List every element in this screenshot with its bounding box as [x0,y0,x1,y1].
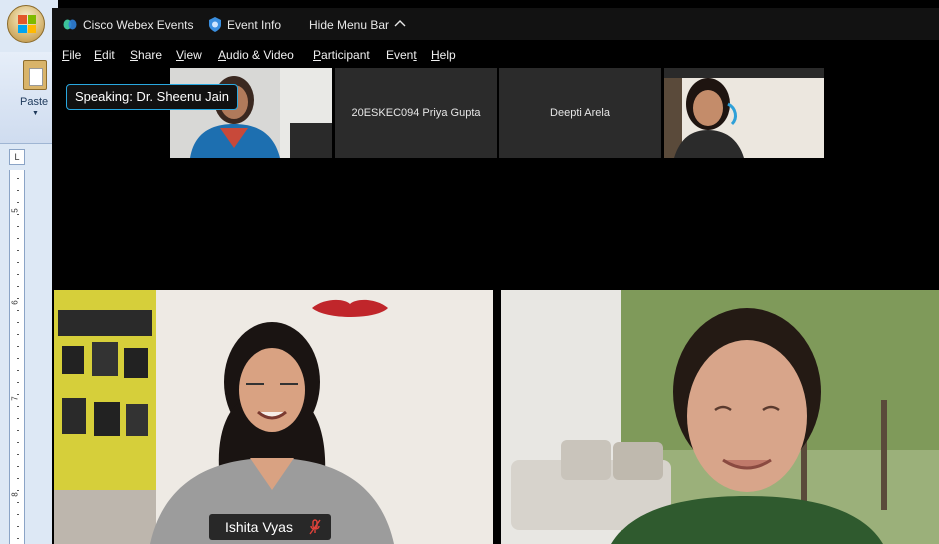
ruler-tick [17,286,19,287]
title-bar: Cisco Webex Events Event Info Hide Menu … [52,8,939,40]
menu-file[interactable]: File [62,48,81,62]
ruler-number: 7 [10,396,20,401]
participant-name: Ishita Vyas [225,519,293,535]
menu-share-rest: hare [138,48,163,62]
ruler-tick [17,514,19,515]
ruler-tick [17,250,19,251]
speaking-indicator: Speaking: Dr. Sheenu Jain [66,84,238,110]
ruler-tick [17,262,19,263]
menu-help-rest: elp [439,48,456,62]
ruler-tick [17,502,19,503]
menu-edit[interactable]: Edit [94,48,115,62]
ruler-tick [17,358,19,359]
menu-edit-rest: dit [102,48,115,62]
ruler-tick [17,490,19,491]
tab-selector[interactable]: L [9,149,25,165]
ruler-tick [17,178,19,179]
chevron-up-icon[interactable] [393,16,407,30]
ruler-tick [17,238,19,239]
participant-name: 20ESKEC094 Priya Gupta [351,107,481,119]
ruler-tick [17,226,19,227]
menu-bar: File Edit Share View Audio & Video Parti… [52,44,939,68]
participant-video [170,68,332,158]
menu-view-rest: iew [183,48,202,62]
video-tile-priya-gupta[interactable]: 20ESKEC094 Priya Gupta [335,68,497,158]
participant-name: Deepti Arela [550,107,610,119]
ruler-tick [17,298,19,299]
menu-file-rest: ile [69,48,82,62]
menu-participant[interactable]: Participant [313,48,370,62]
office-button[interactable] [7,5,45,43]
menu-help[interactable]: Help [431,48,456,62]
webex-logo-icon [63,19,77,30]
ruler-tick [17,478,19,479]
webex-window: Cisco Webex Events Event Info Hide Menu … [52,8,939,544]
video-tile-ishita-vyas[interactable]: Ishita Vyas [54,290,493,544]
ruler-tick [17,310,19,311]
clipboard-icon[interactable] [23,60,47,90]
menu-audio-video-rest: udio & Video [226,48,294,62]
ruler-tick [17,418,19,419]
ruler-tick [17,334,19,335]
video-tile-participant-4[interactable] [664,68,824,158]
ruler-tick [17,202,19,203]
participant-video [54,290,493,544]
mic-muted-icon[interactable] [309,519,321,535]
app-title: Cisco Webex Events [83,18,194,32]
hide-menu-bar-button[interactable]: Hide Menu Bar [309,18,389,32]
ruler-tick [17,274,19,275]
menu-audio-video[interactable]: Audio & Video [218,48,294,62]
ruler-number: 8 [10,492,20,497]
menu-event[interactable]: Event [386,48,417,62]
participant-video [664,68,824,158]
ruler-tick [17,394,19,395]
participant-name-badge: Ishita Vyas [209,514,331,540]
video-tile-participant-main-2[interactable] [501,290,939,544]
ruler-tick [17,322,19,323]
ruler-tick [17,382,19,383]
menu-share[interactable]: Share [130,48,162,62]
ruler-tick [17,442,19,443]
ruler-tick [17,370,19,371]
chevron-down-icon[interactable]: ▼ [32,110,39,117]
event-info-button[interactable]: Event Info [227,18,281,32]
menu-view[interactable]: View [176,48,202,62]
ruler-tick [17,466,19,467]
office-logo-icon [18,15,36,33]
menu-participant-rest: articipant [321,48,370,62]
vertical-ruler: 5 6 7 8 [9,170,25,544]
ruler-tick [17,190,19,191]
ruler-tick [17,346,19,347]
ruler-tick [17,214,19,215]
participant-video [501,290,939,544]
word-background: Paste ▼ L 5 6 7 8 [0,0,58,544]
video-tile-deepti-arela[interactable]: Deepti Arela [499,68,661,158]
video-tile-dr-sheenu-jain[interactable] [170,68,332,158]
ruler-tick [17,454,19,455]
ruler-tick [17,526,19,527]
ruler-number: 5 [10,208,20,213]
ruler-tick [17,430,19,431]
ruler-tick [17,406,19,407]
paste-button-label[interactable]: Paste [20,96,48,108]
ruler-number: 6 [10,300,20,305]
shield-info-icon[interactable] [208,17,222,32]
menu-event-rest: Even [386,48,414,62]
ruler-tick [17,538,19,539]
